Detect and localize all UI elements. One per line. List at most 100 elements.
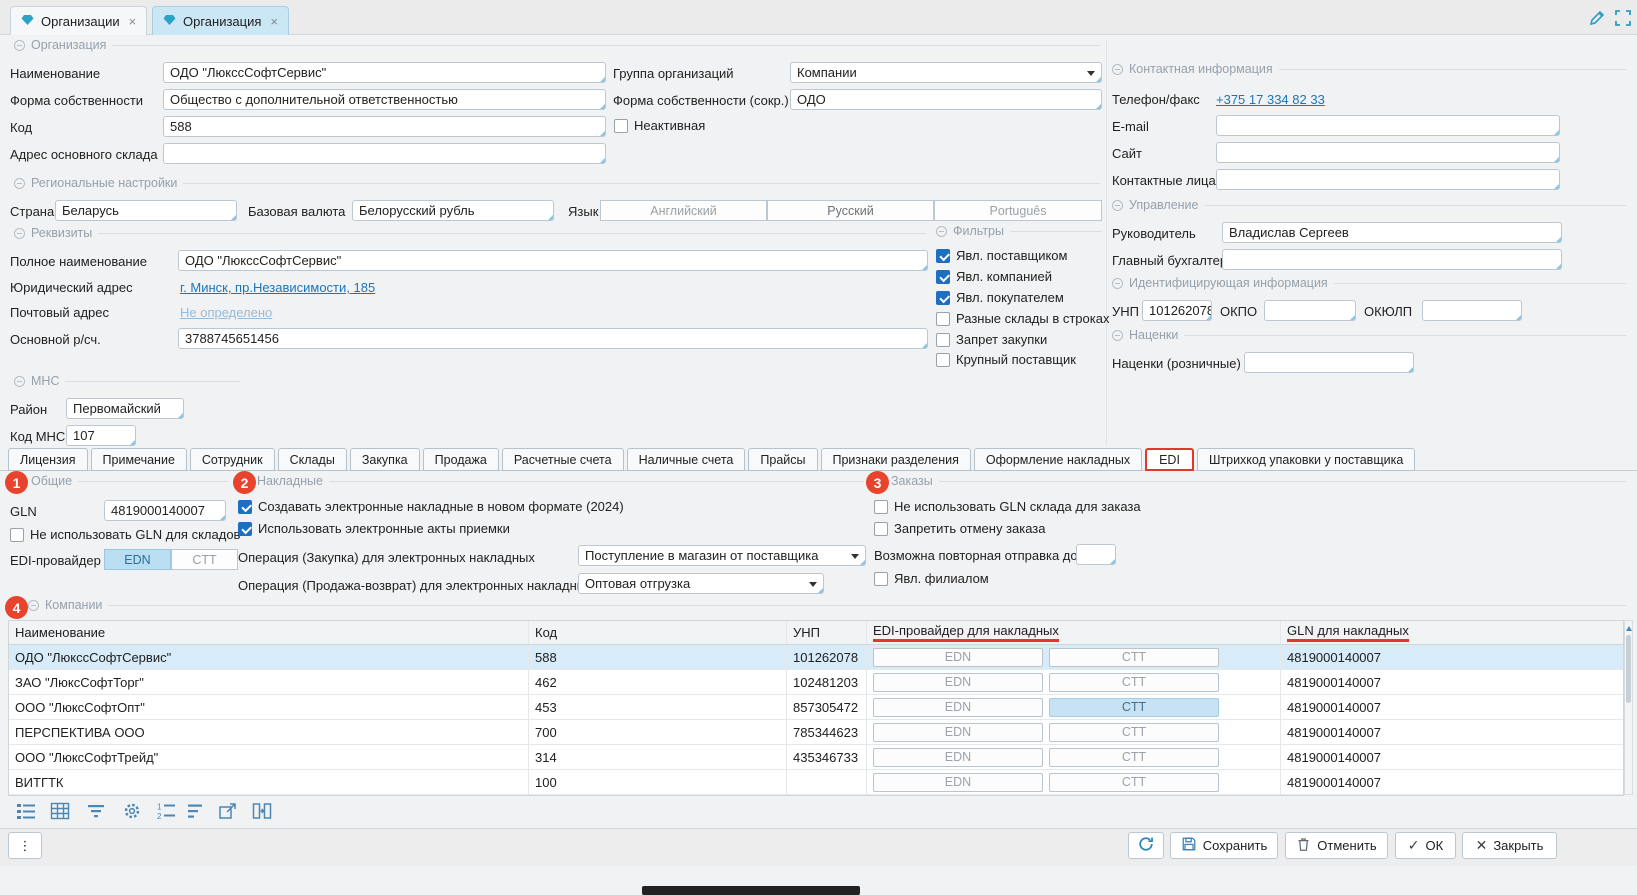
collapse-icon[interactable] <box>1112 200 1123 211</box>
edi-provider-ctt-button[interactable]: CTT <box>171 549 238 570</box>
language-option-portuguese[interactable]: Português <box>934 200 1102 221</box>
table-row[interactable]: ЗАО "ЛюксСофтТорг" 462 102481203 EDN CTT… <box>9 670 1623 695</box>
table-row[interactable]: ВИТГТК 100 EDN CTT 4819000140007 <box>9 770 1623 795</box>
edn-button[interactable]: EDN <box>873 648 1043 667</box>
tab-note[interactable]: Примечание <box>91 448 187 471</box>
inactive-checkbox[interactable]: Неактивная <box>614 118 705 133</box>
close-button[interactable]: ✕ Закрыть <box>1462 832 1557 859</box>
new-format-checkbox[interactable]: Создавать электронные накладные в новом … <box>238 499 624 514</box>
scroll-up-icon[interactable] <box>1626 623 1632 631</box>
forbid-cancel-checkbox[interactable]: Запретить отмену заказа <box>874 521 1046 536</box>
electronic-acts-checkbox[interactable]: Использовать электронные акты приемки <box>238 521 510 536</box>
contact-persons-input[interactable] <box>1216 169 1560 190</box>
head-input[interactable]: Владислав Сергеев <box>1222 222 1562 243</box>
table-row[interactable]: ООО "ЛюксСофтОпт" 453 857305472 EDN CTT … <box>9 695 1623 720</box>
collapse-icon[interactable] <box>1112 278 1123 289</box>
ctt-button[interactable]: CTT <box>1049 648 1219 667</box>
language-option-russian[interactable]: Русский <box>767 200 934 221</box>
collapse-icon[interactable] <box>14 228 25 239</box>
column-header-edi-provider[interactable]: EDI-провайдер для накладных <box>867 621 1281 644</box>
ctt-button[interactable]: CTT <box>1049 773 1219 792</box>
filter-company-checkbox[interactable]: Явл. компанией <box>936 269 1052 284</box>
mns-code-input[interactable]: 107 <box>66 425 136 446</box>
filter-buyer-checkbox[interactable]: Явл. покупателем <box>936 290 1064 305</box>
cancel-button[interactable]: Отменить <box>1285 832 1388 859</box>
column-header-gln[interactable]: GLN для накладных <box>1281 621 1623 644</box>
filter-icon[interactable] <box>84 799 108 823</box>
edn-button[interactable]: EDN <box>873 773 1043 792</box>
email-input[interactable] <box>1216 115 1560 136</box>
open-in-window-icon[interactable] <box>216 799 240 823</box>
table-row[interactable]: ОДО "ЛюкссСофтСервис" 588 101262078 EDN … <box>9 645 1623 670</box>
tab-prices[interactable]: Прайсы <box>748 448 817 471</box>
tab-settlement-accounts[interactable]: Расчетные счета <box>502 448 624 471</box>
gln-input[interactable]: 4819000140007 <box>104 500 226 521</box>
table-scrollbar[interactable] <box>1624 620 1633 795</box>
collapse-icon[interactable] <box>936 226 947 237</box>
ctt-button[interactable]: CTT <box>1049 748 1219 767</box>
ownership-short-input[interactable]: ОДО <box>790 89 1102 110</box>
filter-supplier-checkbox[interactable]: Явл. поставщиком <box>936 248 1067 263</box>
close-tab-icon[interactable]: × <box>129 14 137 29</box>
filter-different-warehouses-checkbox[interactable]: Разные склады в строках <box>936 311 1109 326</box>
purchase-operation-select[interactable]: Поступление в магазин от поставщика <box>578 545 866 566</box>
code-input[interactable]: 588 <box>163 116 606 137</box>
edit-pencil-icon[interactable] <box>1588 9 1606 30</box>
edn-button[interactable]: EDN <box>873 723 1043 742</box>
window-tab-organizations[interactable]: Организации × <box>10 6 147 35</box>
postal-address-link[interactable]: Не определено <box>180 305 272 320</box>
tab-purchase[interactable]: Закупка <box>350 448 420 471</box>
tab-supplier-package-barcode[interactable]: Штрихкод упаковки у поставщика <box>1197 448 1415 471</box>
transfer-columns-icon[interactable] <box>250 799 274 823</box>
maximize-icon[interactable] <box>1614 9 1632 30</box>
settings-gear-icon[interactable] <box>120 799 144 823</box>
collapse-icon[interactable] <box>1112 330 1123 341</box>
collapse-icon[interactable] <box>28 600 39 611</box>
edn-button[interactable]: EDN <box>873 698 1043 717</box>
language-option-english[interactable]: Английский <box>600 200 767 221</box>
tab-sale[interactable]: Продажа <box>423 448 499 471</box>
currency-input[interactable]: Белорусский рубль <box>352 200 554 221</box>
tab-cash-accounts[interactable]: Наличные счета <box>627 448 746 471</box>
window-tab-organization[interactable]: Организация × <box>152 6 289 35</box>
retail-markup-input[interactable] <box>1244 352 1414 373</box>
column-header-unp[interactable]: УНП <box>787 621 867 644</box>
close-tab-icon[interactable]: × <box>270 14 278 29</box>
collapse-icon[interactable] <box>1112 64 1123 75</box>
site-input[interactable] <box>1216 142 1560 163</box>
ctt-button[interactable]: CTT <box>1049 723 1219 742</box>
warehouse-address-input[interactable] <box>163 143 606 164</box>
phone-link[interactable]: +375 17 334 82 33 <box>1216 92 1325 107</box>
is-branch-checkbox[interactable]: Явл. филиалом <box>874 571 989 586</box>
save-button[interactable]: Сохранить <box>1170 832 1278 859</box>
refresh-button[interactable] <box>1128 832 1164 859</box>
table-row[interactable]: ООО "ЛюксСофтТрейд" 314 435346733 EDN CT… <box>9 745 1623 770</box>
unp-input[interactable]: 101262078 <box>1142 300 1212 321</box>
country-input[interactable]: Беларусь <box>55 200 237 221</box>
org-group-select[interactable]: Компании <box>790 62 1102 83</box>
okpo-input[interactable] <box>1264 300 1356 321</box>
tab-employee[interactable]: Сотрудник <box>190 448 275 471</box>
return-operation-select[interactable]: Оптовая отгрузка <box>578 573 824 594</box>
collapse-icon[interactable] <box>14 376 25 387</box>
ctt-button[interactable]: CTT <box>1049 698 1219 717</box>
numbered-list-icon[interactable]: 12 <box>154 799 178 823</box>
edi-provider-edn-button[interactable]: EDN <box>104 549 171 570</box>
table-row[interactable]: ПЕРСПЕКТИВА ООО 700 785344623 EDN CTT 48… <box>9 720 1623 745</box>
more-actions-button[interactable]: ⋮ <box>8 832 42 859</box>
column-header-code[interactable]: Код <box>529 621 787 644</box>
scrollbar-thumb[interactable] <box>1626 635 1631 703</box>
edn-button[interactable]: EDN <box>873 748 1043 767</box>
sort-list-icon[interactable] <box>184 799 208 823</box>
filter-large-supplier-checkbox[interactable]: Крупный поставщик <box>936 352 1076 367</box>
ok-button[interactable]: ✓ ОК <box>1395 832 1456 859</box>
tab-license[interactable]: Лицензия <box>8 448 88 471</box>
filter-purchase-ban-checkbox[interactable]: Запрет закупки <box>936 332 1047 347</box>
accountant-input[interactable] <box>1222 249 1562 270</box>
name-input[interactable]: ОДО "ЛюкссСофтСервис" <box>163 62 606 83</box>
full-name-input[interactable]: ОДО "ЛюкссСофтСервис" <box>178 250 928 271</box>
edn-button[interactable]: EDN <box>873 673 1043 692</box>
no-gln-order-checkbox[interactable]: Не использовать GLN склада для заказа <box>874 499 1141 514</box>
tab-invoice-layout[interactable]: Оформление накладных <box>974 448 1142 471</box>
collapse-icon[interactable] <box>14 178 25 189</box>
